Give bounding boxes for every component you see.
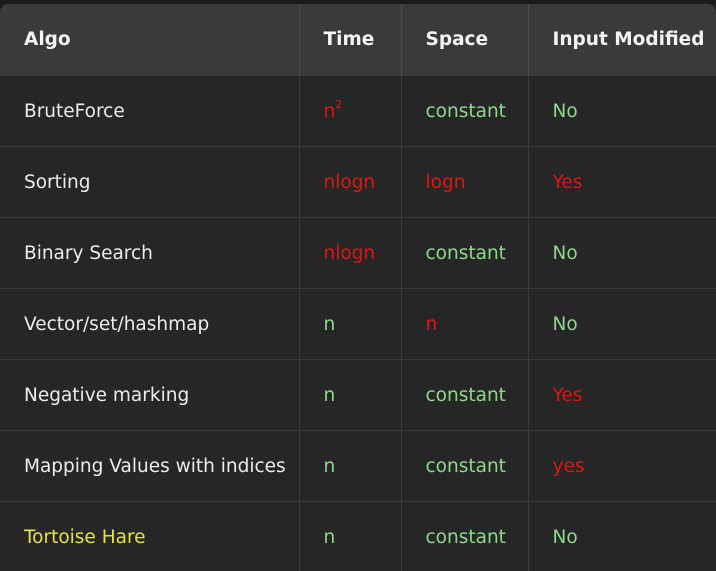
algo-cell: Mapping Values with indices	[0, 430, 299, 502]
space-cell: constant	[400, 217, 528, 289]
table-row: Vector/set/hashmap n n No	[0, 288, 716, 360]
time-cell: nlogn	[298, 217, 401, 289]
space-cell: n	[400, 288, 528, 360]
input-modified-cell: yes	[527, 430, 716, 502]
algo-cell: Negative marking	[0, 359, 299, 431]
header-time: Time	[298, 4, 401, 76]
input-modified-cell: No	[527, 217, 716, 289]
algo-cell: Sorting	[0, 146, 299, 218]
header-algo: Algo	[0, 4, 299, 76]
time-cell: n	[298, 288, 401, 360]
input-modified-cell: Yes	[527, 359, 716, 431]
table-row: Tortoise Hare n constant No	[0, 501, 716, 571]
input-modified-cell: No	[527, 501, 716, 571]
comparison-table-container: Algo Time Space Input Modified BruteForc…	[0, 4, 716, 571]
algo-cell: BruteForce	[0, 75, 299, 147]
table-header-row: Algo Time Space Input Modified	[0, 4, 716, 76]
algorithm-comparison-table: Algo Time Space Input Modified BruteForc…	[0, 4, 716, 571]
time-cell: n	[298, 430, 401, 502]
header-input-modified: Input Modified	[527, 4, 716, 76]
table-row: Binary Search nlogn constant No	[0, 217, 716, 289]
time-cell: nlogn	[298, 146, 401, 218]
table-row: Negative marking n constant Yes	[0, 359, 716, 431]
header-space: Space	[400, 4, 528, 76]
input-modified-cell: No	[527, 288, 716, 360]
table-row: BruteForce n2 constant No	[0, 75, 716, 147]
table-row: Mapping Values with indices n constant y…	[0, 430, 716, 502]
algo-cell: Tortoise Hare	[0, 501, 299, 571]
table-body: BruteForce n2 constant No Sorting nlogn …	[0, 75, 716, 571]
space-cell: constant	[400, 501, 528, 571]
table-row: Sorting nlogn logn Yes	[0, 146, 716, 218]
time-cell: n2	[298, 75, 401, 147]
time-cell: n	[298, 359, 401, 431]
algo-cell: Vector/set/hashmap	[0, 288, 299, 360]
time-cell: n	[298, 501, 401, 571]
space-cell: constant	[400, 359, 528, 431]
algo-cell: Binary Search	[0, 217, 299, 289]
time-exponent: 2	[335, 97, 343, 111]
space-cell: constant	[400, 430, 528, 502]
input-modified-cell: No	[527, 75, 716, 147]
input-modified-cell: Yes	[527, 146, 716, 218]
space-cell: logn	[400, 146, 528, 218]
space-cell: constant	[400, 75, 528, 147]
